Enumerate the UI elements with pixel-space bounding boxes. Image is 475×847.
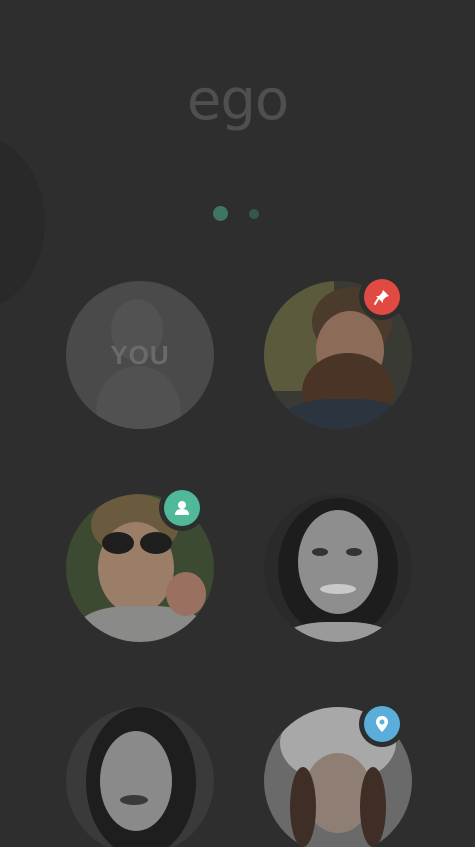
photo-face [100, 731, 172, 831]
photo-mouth [320, 584, 356, 594]
photo-hand [166, 572, 206, 616]
page-dot-inactive[interactable] [249, 209, 259, 219]
photo-lips [120, 795, 148, 805]
person-icon [175, 501, 189, 515]
page-indicator [0, 206, 475, 222]
avatar-self[interactable]: YOU [66, 281, 214, 429]
photo-sunglasses [102, 532, 134, 554]
self-label: YOU [110, 340, 170, 370]
side-panel-edge[interactable] [0, 135, 45, 310]
avatar-contact-4[interactable] [66, 707, 214, 847]
photo-hair-side [360, 767, 386, 847]
photo-eye-right [346, 548, 362, 556]
app-screen: ego YOU [0, 0, 475, 847]
location-icon [376, 716, 388, 732]
photo-shirt [279, 399, 409, 429]
photo-sunglasses-right [140, 532, 172, 554]
pin-badge[interactable] [364, 279, 400, 315]
location-badge[interactable] [364, 706, 400, 742]
avatar-contact-3[interactable] [264, 494, 412, 642]
avatar-self-silhouette-body [96, 366, 181, 429]
pin-icon [374, 290, 389, 305]
photo-hair-side [290, 767, 316, 847]
person-badge[interactable] [164, 490, 200, 526]
photo-eye-left [312, 548, 328, 556]
app-logo: ego [186, 68, 289, 133]
page-dot-active[interactable] [213, 206, 228, 221]
photo-shirt [284, 622, 392, 642]
photo-face [298, 510, 378, 614]
